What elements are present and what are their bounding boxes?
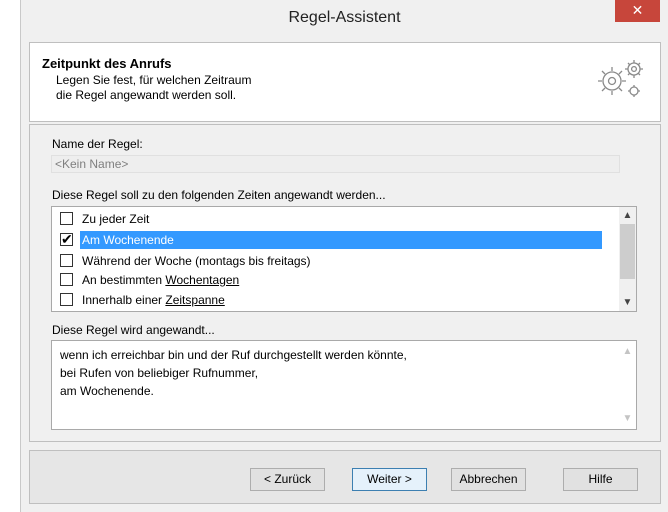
checkbox[interactable] [60, 230, 73, 248]
times-label: Diese Regel soll zu den folgenden Zeiten… [52, 188, 386, 202]
scroll-down-icon[interactable]: ▼ [619, 294, 636, 311]
time-option-specific-days[interactable]: An bestimmten Wochentagen [60, 271, 590, 289]
window-title: Regel-Assistent [288, 9, 401, 26]
step-description-line: Legen Sie fest, für welchen Zeitraum [56, 73, 252, 87]
listbox-scrollbar[interactable]: ▲ ▼ [619, 207, 636, 311]
summary-text: wenn ich erreichbar bin und der Ruf durc… [60, 346, 407, 400]
summary-line: bei Rufen von beliebiger Rufnummer, [60, 366, 259, 380]
help-button[interactable]: Hilfe [563, 468, 638, 491]
step-description: Legen Sie fest, für welchen Zeitraum die… [56, 73, 356, 103]
checkbox[interactable] [60, 254, 73, 267]
scroll-up-icon[interactable]: ▲ [619, 207, 636, 224]
step-description-line: die Regel angewandt werden soll. [56, 88, 237, 102]
checkbox[interactable] [60, 212, 73, 225]
summary-box: wenn ich erreichbar bin und der Ruf durc… [51, 340, 637, 430]
scroll-thumb[interactable] [620, 224, 635, 279]
dialog-window: Regel-Assistent ✕ Zeitpunkt des Anrufs L… [20, 0, 668, 512]
scroll-up-icon: ▲ [622, 346, 633, 357]
time-option-always[interactable]: Zu jeder Zeit [60, 210, 590, 228]
checkbox[interactable] [60, 273, 73, 286]
title-bar: Regel-Assistent ✕ [21, 0, 668, 38]
summary-line: am Wochenende. [60, 384, 154, 398]
wizard-header: Zeitpunkt des Anrufs Legen Sie fest, für… [29, 42, 661, 122]
back-button[interactable]: < Zurück [250, 468, 325, 491]
time-option-label: Während der Woche (montags bis freitags) [82, 254, 311, 268]
time-option-label: Am Wochenende [80, 231, 602, 249]
step-title: Zeitpunkt des Anrufs [42, 56, 172, 71]
cancel-button[interactable]: Abbrechen [451, 468, 526, 491]
checkbox[interactable] [60, 293, 73, 306]
times-listbox[interactable]: Zu jeder Zeit Am Wochenende Während der … [51, 206, 637, 312]
time-option-weekdays[interactable]: Während der Woche (montags bis freitags) [60, 252, 590, 270]
summary-scrollbar: ▲ ▼ [619, 341, 636, 429]
time-option-label: An bestimmten Wochentagen [82, 273, 240, 287]
gears-icon [598, 60, 643, 97]
time-option-label: Zu jeder Zeit [82, 212, 150, 226]
summary-label: Diese Regel wird angewandt... [52, 323, 215, 337]
time-option-timespan[interactable]: Innerhalb einer Zeitspanne [60, 291, 590, 309]
time-option-label: Innerhalb einer Zeitspanne [82, 293, 225, 307]
rule-name-field: <Kein Name> [51, 155, 620, 173]
scroll-down-icon: ▼ [622, 413, 633, 424]
time-option-weekend[interactable]: Am Wochenende [60, 230, 602, 249]
rule-name-label: Name der Regel: [52, 137, 143, 151]
next-button[interactable]: Weiter > [352, 468, 427, 491]
close-button[interactable]: ✕ [615, 0, 660, 22]
summary-line: wenn ich erreichbar bin und der Ruf durc… [60, 348, 407, 362]
